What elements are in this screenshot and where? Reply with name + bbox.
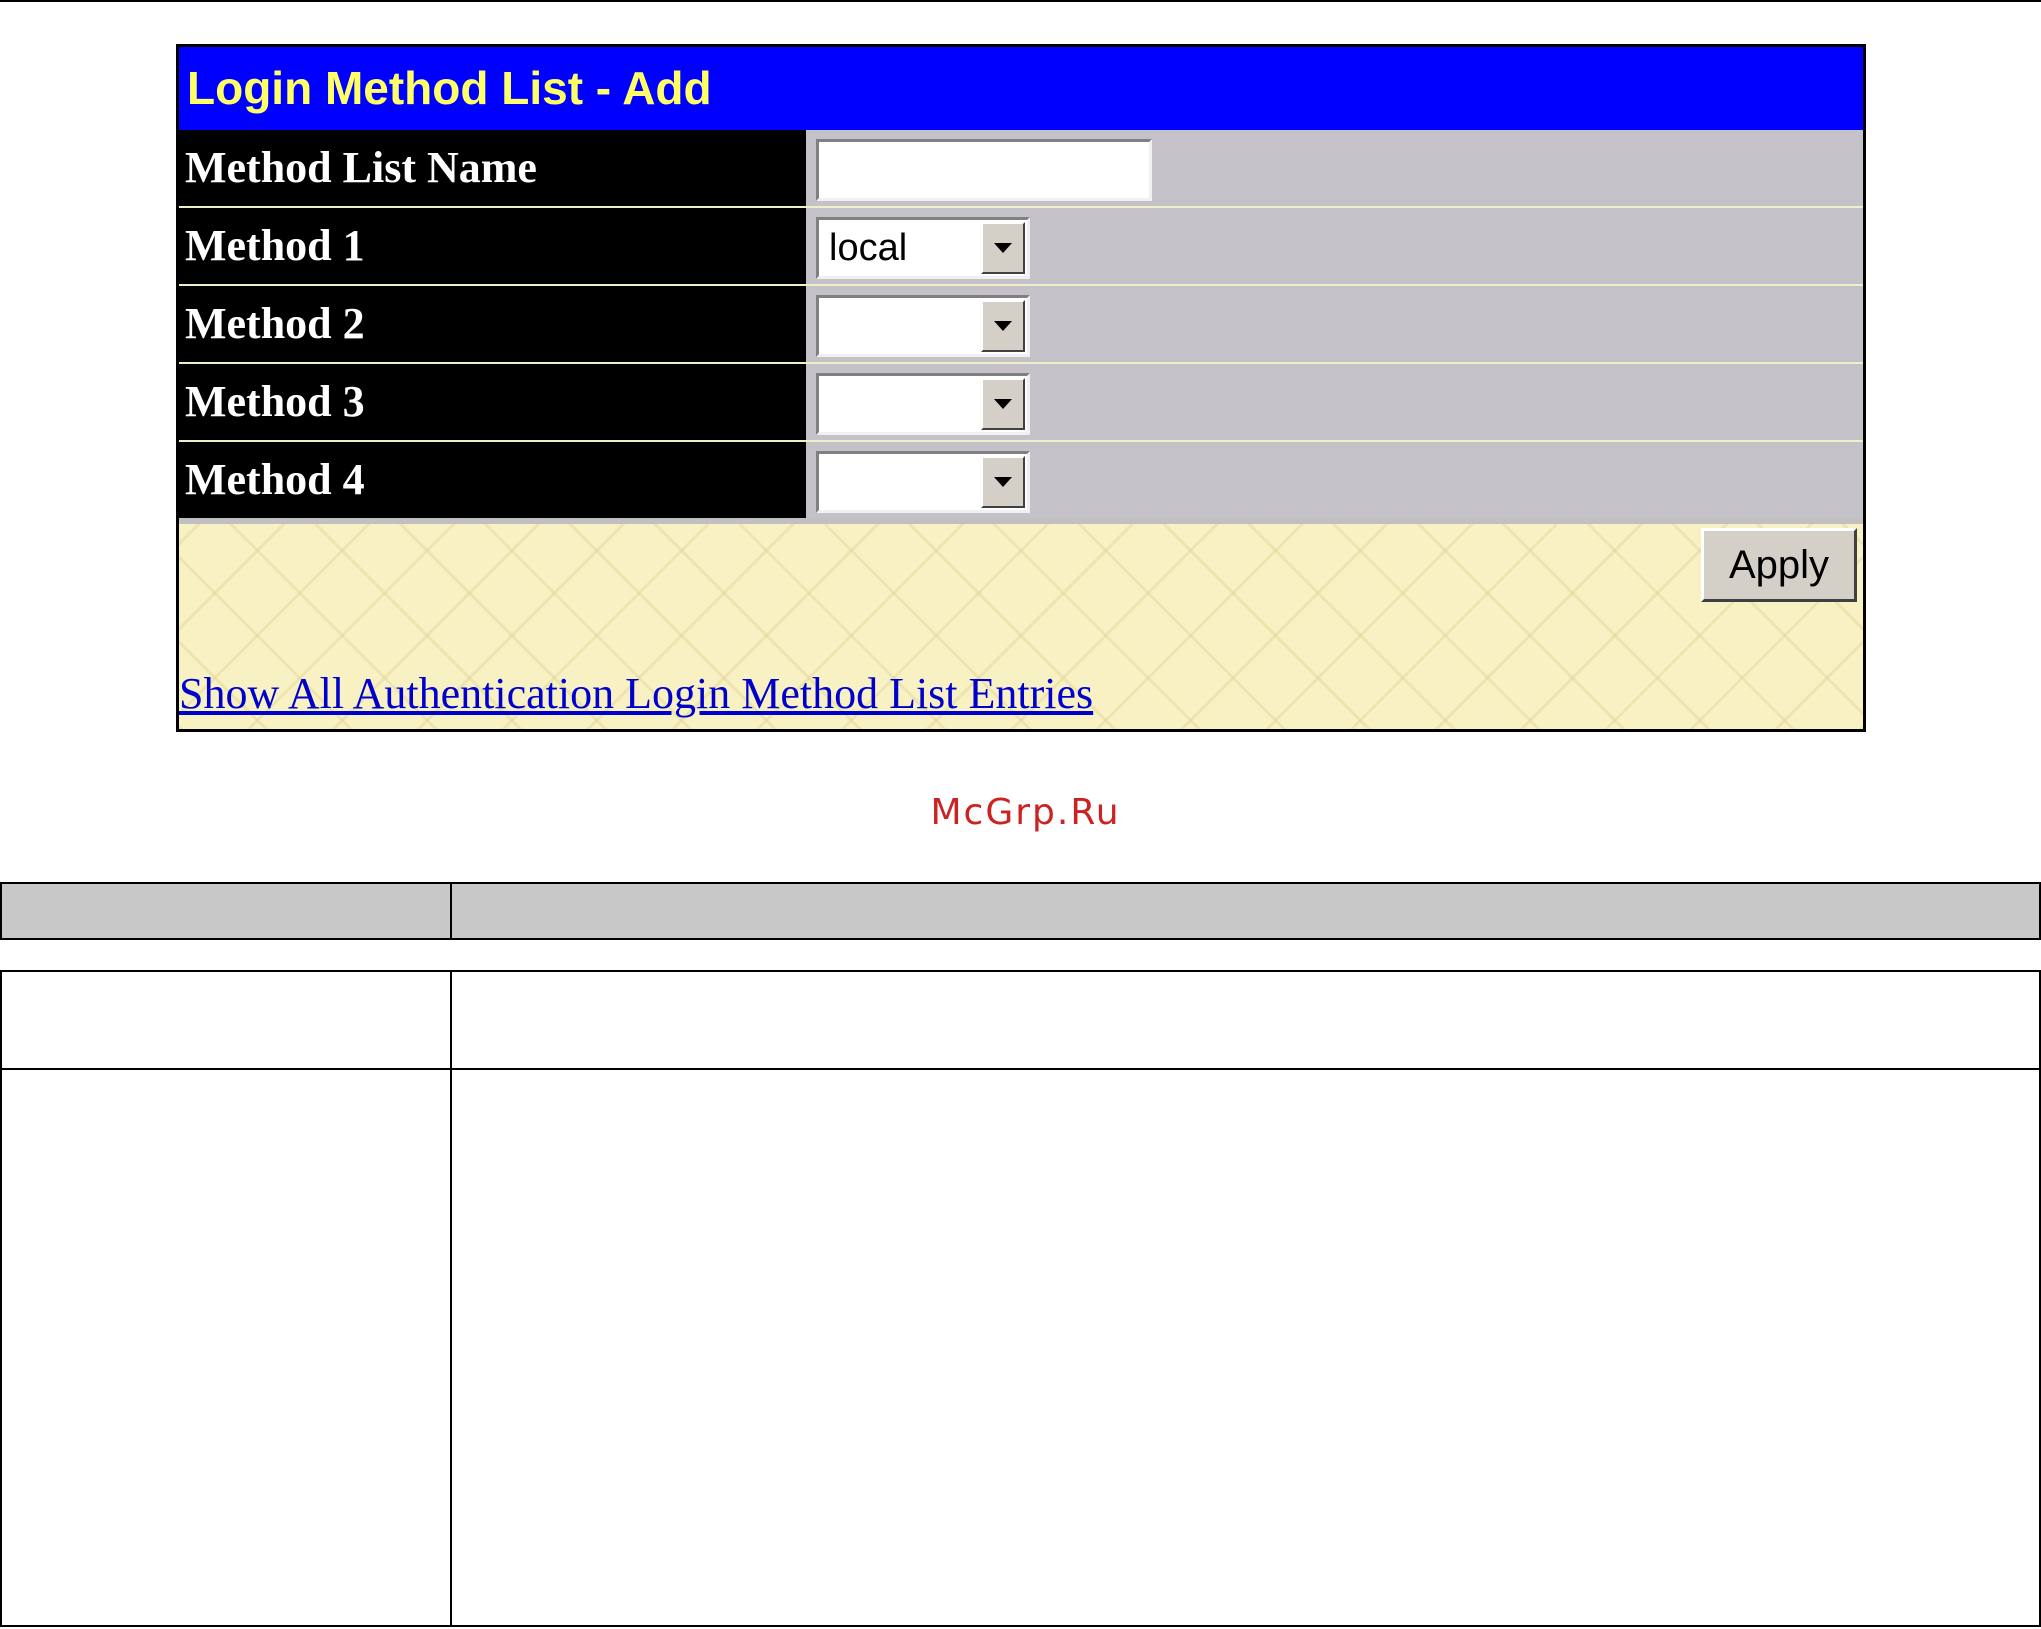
show-all-entries-link[interactable]: Show All Authentication Login Method Lis… [179, 668, 1093, 719]
method-list-name-row: Method List Name [179, 130, 1863, 208]
column-divider [450, 884, 452, 938]
method-4-select[interactable] [816, 451, 1030, 513]
method-1-cell: local [806, 208, 1863, 284]
method-2-label: Method 2 [179, 286, 806, 362]
method-2-cell [806, 286, 1863, 362]
method-3-cell [806, 364, 1863, 440]
apply-button[interactable]: Apply [1701, 528, 1857, 602]
method-list-name-input[interactable] [816, 139, 1152, 201]
chevron-down-icon[interactable] [981, 378, 1025, 430]
method-4-row: Method 4 [179, 442, 1863, 520]
login-method-list-add-panel: Login Method List - Add Method List Name… [176, 44, 1866, 732]
method-4-label: Method 4 [179, 442, 806, 518]
top-rule [0, 0, 2041, 2]
watermark: McGrp.Ru [930, 792, 1121, 833]
method-list-name-cell [806, 130, 1863, 206]
method-1-label: Method 1 [179, 208, 806, 284]
parameter-table-body [0, 970, 2041, 1627]
chevron-down-icon[interactable] [981, 300, 1025, 352]
chevron-down-icon[interactable] [981, 222, 1025, 274]
chevron-down-icon[interactable] [981, 456, 1025, 508]
method-2-select[interactable] [816, 295, 1030, 357]
method-3-label: Method 3 [179, 364, 806, 440]
method-3-row: Method 3 [179, 364, 1863, 442]
panel-title: Login Method List - Add [179, 47, 1863, 130]
method-3-select[interactable] [816, 373, 1030, 435]
method-4-cell [806, 442, 1863, 518]
row-divider [2, 1068, 2039, 1070]
method-1-selected-value: local [829, 227, 908, 269]
parameter-table-header [0, 882, 2041, 940]
method-1-select[interactable]: local [816, 217, 1030, 279]
method-1-row: Method 1 local [179, 208, 1863, 286]
method-2-row: Method 2 [179, 286, 1863, 364]
panel-footer: Apply Show All Authentication Login Meth… [179, 524, 1863, 729]
method-list-name-label: Method List Name [179, 130, 806, 206]
